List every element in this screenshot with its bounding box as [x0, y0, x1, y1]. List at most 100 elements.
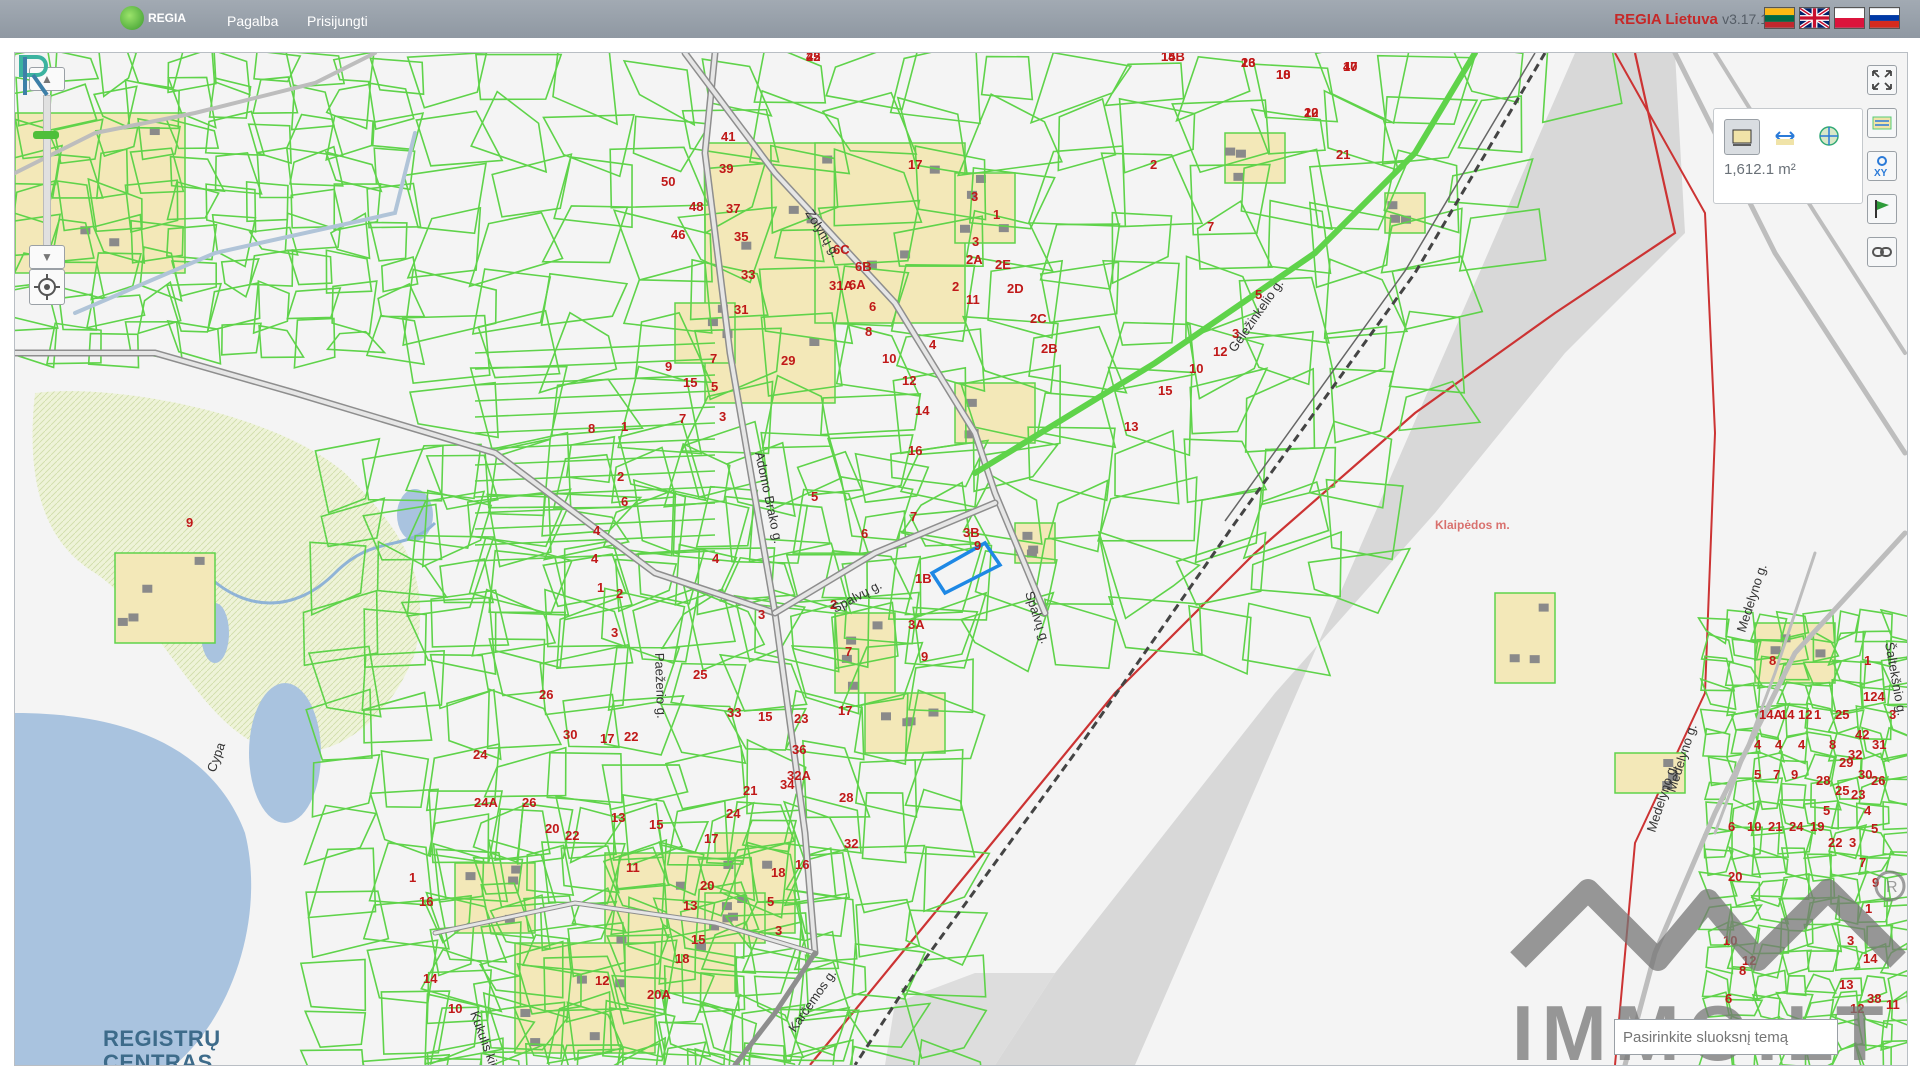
parcel-number: 25: [1835, 783, 1849, 798]
parcel-number: 6B: [855, 259, 872, 274]
parcel: [361, 1053, 451, 1065]
parcel: [1308, 420, 1393, 509]
parcel-number: 20: [545, 821, 559, 836]
lt-flag-icon[interactable]: [1764, 7, 1795, 29]
parcel-number: 12: [1742, 953, 1756, 968]
parcel: [470, 90, 548, 174]
parcel-number: 15: [1158, 383, 1172, 398]
parcel-number: 6: [1725, 991, 1732, 1006]
parcel-number: 8: [588, 421, 595, 436]
registru-centras-logo: REGISTRŲ CENTRAS: [103, 1027, 221, 1066]
parcel-number: 21: [743, 783, 757, 798]
building: [520, 1009, 531, 1018]
street-label: Cypa: [204, 740, 229, 774]
parcel: [1189, 367, 1269, 435]
parcel-number: 25: [1835, 707, 1849, 722]
street-label: Paežerio g.: [652, 653, 669, 719]
parcel-number: 15: [691, 932, 705, 947]
parcel: [1329, 367, 1395, 444]
parcel-number: 14: [1863, 951, 1878, 966]
zoom-track[interactable]: [43, 95, 51, 267]
parcel: [542, 114, 635, 178]
nav-help-link[interactable]: Pagalba: [227, 13, 278, 29]
building: [707, 318, 718, 327]
map-canvas[interactable]: 45478303615A2824384015B26182021413917504…: [14, 52, 1908, 1066]
parcel-strip: [474, 358, 716, 370]
building: [589, 1032, 600, 1041]
building: [511, 865, 522, 874]
parcel: [303, 804, 378, 866]
parcel-number: 37: [726, 201, 740, 216]
parcel-number: 3: [758, 607, 765, 622]
nav-login-link[interactable]: Prisijungti: [307, 13, 368, 29]
parcel-number: 12: [1798, 707, 1812, 722]
parcel-number: 42: [1855, 727, 1869, 742]
ru-flag-icon[interactable]: [1869, 7, 1900, 29]
layer-search-input[interactable]: [1614, 1019, 1838, 1055]
version-label: v3.17.1: [1722, 11, 1768, 27]
parcel-number: 30: [563, 727, 577, 742]
parcel-number: 25: [693, 667, 707, 682]
parcel: [1027, 145, 1127, 228]
area-measure-icon: [1732, 129, 1752, 146]
parcel: [377, 282, 426, 318]
parcel: [980, 55, 1034, 101]
parcel-number: 13: [611, 810, 625, 825]
flag-button[interactable]: [1867, 194, 1897, 224]
parcel-number: 16: [795, 857, 809, 872]
parcel-number: 10: [1189, 361, 1203, 376]
parcel: [1188, 604, 1252, 675]
zoom-handle[interactable]: [33, 131, 59, 139]
parcel: [1111, 211, 1173, 285]
link-button[interactable]: [1867, 237, 1897, 267]
parcel-number: 11: [626, 860, 640, 875]
parcel-number: 7: [710, 351, 717, 366]
zoom-out-button[interactable]: ▼: [29, 245, 65, 269]
regia-logo[interactable]: REGIA: [120, 6, 186, 30]
building-lot: [514, 942, 656, 1054]
parcel: [539, 643, 630, 716]
locate-button[interactable]: [29, 269, 65, 305]
parcel-number: 7: [1859, 855, 1866, 870]
parcel-number: 7: [910, 509, 917, 524]
parcel-number: 5: [1823, 803, 1830, 818]
parcel: [406, 534, 495, 617]
parcel-number: 24: [726, 806, 741, 821]
measure-area-tool[interactable]: [1724, 119, 1760, 155]
pl-flag-icon[interactable]: [1834, 7, 1865, 29]
svg-text:XY: XY: [1874, 168, 1888, 179]
parcel-number: 10: [882, 351, 896, 366]
building: [1233, 172, 1244, 181]
parcel-number: 2: [617, 469, 624, 484]
parcel-number: 4: [591, 551, 599, 566]
parcel: [1752, 943, 1786, 979]
parcel-number: 9: [974, 538, 981, 553]
layers-button[interactable]: [1867, 108, 1897, 138]
parcel-number: 18: [771, 865, 785, 880]
parcel: [290, 188, 344, 229]
parcel-number: 6: [869, 299, 876, 314]
parcel: [664, 745, 746, 810]
parcel-number: 3A: [908, 617, 925, 632]
parcel: [1241, 602, 1332, 677]
pond: [249, 683, 321, 823]
parcel-number: 13: [1241, 55, 1255, 70]
parcel-number: 5: [711, 379, 718, 394]
fullscreen-button[interactable]: [1867, 65, 1897, 95]
parcel: [15, 316, 58, 369]
measure-distance-tool[interactable]: [1768, 119, 1802, 153]
parcel-number: 4: [1864, 803, 1872, 818]
parcel-number: 14: [1780, 707, 1795, 722]
en-flag-icon[interactable]: [1799, 7, 1830, 29]
building: [788, 205, 799, 214]
street-label: Karčemos g.: [785, 966, 839, 1034]
parcel-number: 7: [679, 411, 686, 426]
parcel-number: 9: [921, 649, 928, 664]
map-svg[interactable]: 45478303615A2824384015B26182021413917504…: [15, 53, 1907, 1065]
xy-coordinates-button[interactable]: XY: [1867, 151, 1897, 181]
measure-point-tool[interactable]: [1812, 119, 1846, 153]
parcel-number: 23: [1851, 787, 1865, 802]
parcel-number: 39: [719, 161, 733, 176]
zoom-control: ▲ ▼: [29, 67, 65, 287]
building: [1538, 603, 1549, 612]
